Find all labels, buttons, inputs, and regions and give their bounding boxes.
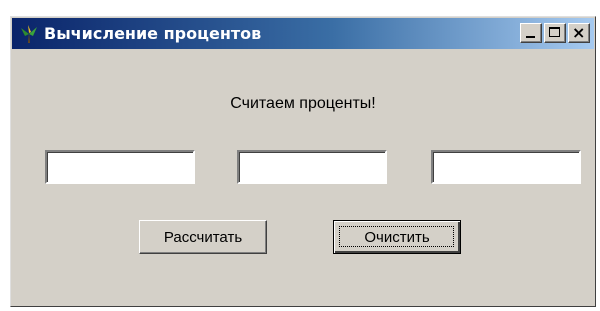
close-button[interactable]: × [568, 23, 590, 43]
title-bar[interactable]: Вычисление процентов × [12, 18, 594, 49]
heading-label: Считаем проценты! [230, 95, 376, 112]
input-field-2[interactable] [237, 150, 387, 184]
minimize-button[interactable] [520, 23, 542, 43]
input-field-3[interactable] [431, 150, 581, 184]
window-controls: × [520, 23, 590, 43]
clear-button-label: Очистить [364, 228, 430, 246]
maximize-button[interactable] [544, 23, 566, 43]
calculate-button-label: Рассчитать [163, 228, 243, 246]
close-icon: × [572, 23, 586, 42]
clear-button[interactable]: Очистить [333, 220, 461, 254]
maximize-icon [549, 27, 560, 37]
window-title: Вычисление процентов [44, 24, 262, 43]
calculate-button[interactable]: Рассчитать [139, 220, 267, 254]
tree-app-icon [18, 23, 40, 45]
app-window: Вычисление процентов × Считаем проценты!… [10, 16, 596, 307]
minimize-icon [526, 36, 535, 38]
input-field-1[interactable] [45, 150, 195, 184]
